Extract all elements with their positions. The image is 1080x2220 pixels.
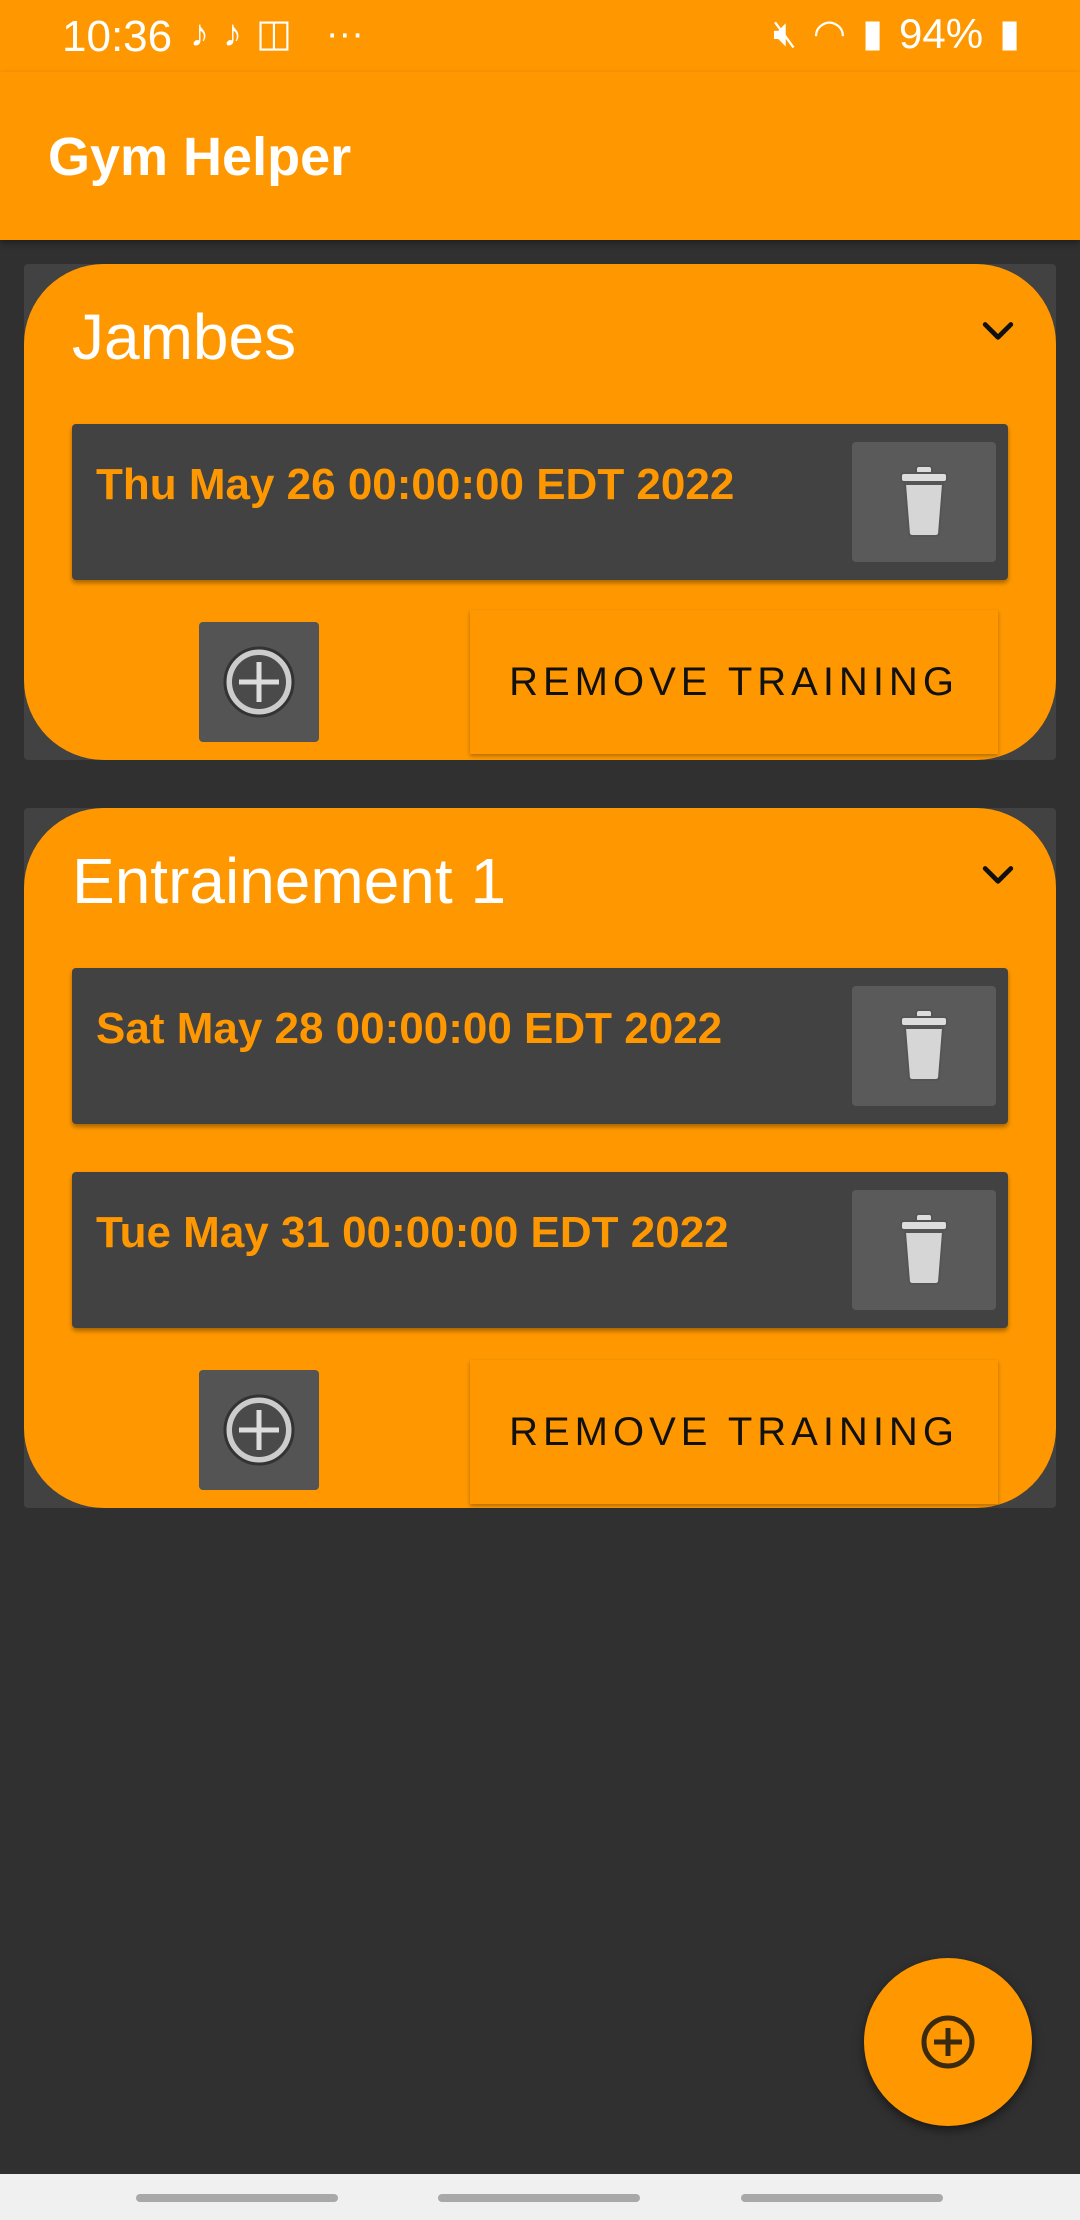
add-session-button[interactable] — [199, 1370, 319, 1490]
training-card: Jambes Thu May 26 00:00:00 EDT 2022 REMO… — [24, 264, 1056, 760]
tiktok-icon: ♪ — [190, 13, 209, 55]
app-bar: Gym Helper — [0, 72, 1080, 240]
add-circle-icon — [223, 1394, 295, 1466]
mute-icon: 🔇︎ — [772, 13, 797, 55]
notification-icons: ♪ ♪ ◫ ··· — [190, 12, 364, 56]
more-icon: ··· — [325, 13, 364, 55]
remove-training-button[interactable]: REMOVE TRAINING — [470, 1360, 998, 1504]
delete-session-button[interactable] — [852, 1190, 996, 1310]
training-card: Entrainement 1 Sat May 28 00:00:00 EDT 2… — [24, 808, 1056, 1508]
status-bar: 10:36 ♪ ♪ ◫ ··· 🔇︎ ◠ ▮ 94% ▮ — [0, 0, 1080, 72]
session-row: Thu May 26 00:00:00 EDT 2022 — [72, 424, 1008, 580]
add-circle-icon — [921, 2015, 975, 2069]
add-training-fab[interactable] — [864, 1958, 1032, 2126]
tiktok-icon: ♪ — [223, 13, 242, 55]
chevron-down-icon[interactable] — [976, 852, 1020, 896]
system-icons: 🔇︎ ◠ ▮ 94% ▮ — [773, 12, 1020, 56]
remove-training-button[interactable]: REMOVE TRAINING — [470, 610, 998, 754]
session-date: Thu May 26 00:00:00 EDT 2022 — [96, 460, 735, 509]
battery-percent: 94% — [899, 10, 984, 57]
trash-icon — [900, 465, 948, 537]
trash-icon — [900, 1009, 948, 1081]
chevron-down-icon[interactable] — [976, 308, 1020, 352]
session-row: Tue May 31 00:00:00 EDT 2022 — [72, 1172, 1008, 1328]
delete-session-button[interactable] — [852, 986, 996, 1106]
session-date: Tue May 31 00:00:00 EDT 2022 — [96, 1208, 729, 1257]
twitch-icon: ◫ — [256, 13, 292, 55]
nav-home-handle[interactable] — [438, 2194, 640, 2202]
app-title: Gym Helper — [48, 127, 352, 187]
wifi-icon: ◠ — [812, 13, 847, 55]
delete-session-button[interactable] — [852, 442, 996, 562]
session-date: Sat May 28 00:00:00 EDT 2022 — [96, 1004, 723, 1053]
add-session-button[interactable] — [199, 622, 319, 742]
session-row: Sat May 28 00:00:00 EDT 2022 — [72, 968, 1008, 1124]
add-circle-icon — [223, 646, 295, 718]
signal-icon: ▮ — [862, 13, 884, 55]
trash-icon — [900, 1213, 948, 1285]
nav-back-handle[interactable] — [741, 2194, 943, 2202]
training-name: Jambes — [72, 301, 297, 373]
training-name: Entrainement 1 — [72, 845, 507, 917]
battery-icon: ▮ — [999, 13, 1020, 55]
status-time: 10:36 — [62, 12, 173, 61]
nav-recents-handle[interactable] — [136, 2194, 338, 2202]
navigation-bar — [0, 2174, 1080, 2220]
